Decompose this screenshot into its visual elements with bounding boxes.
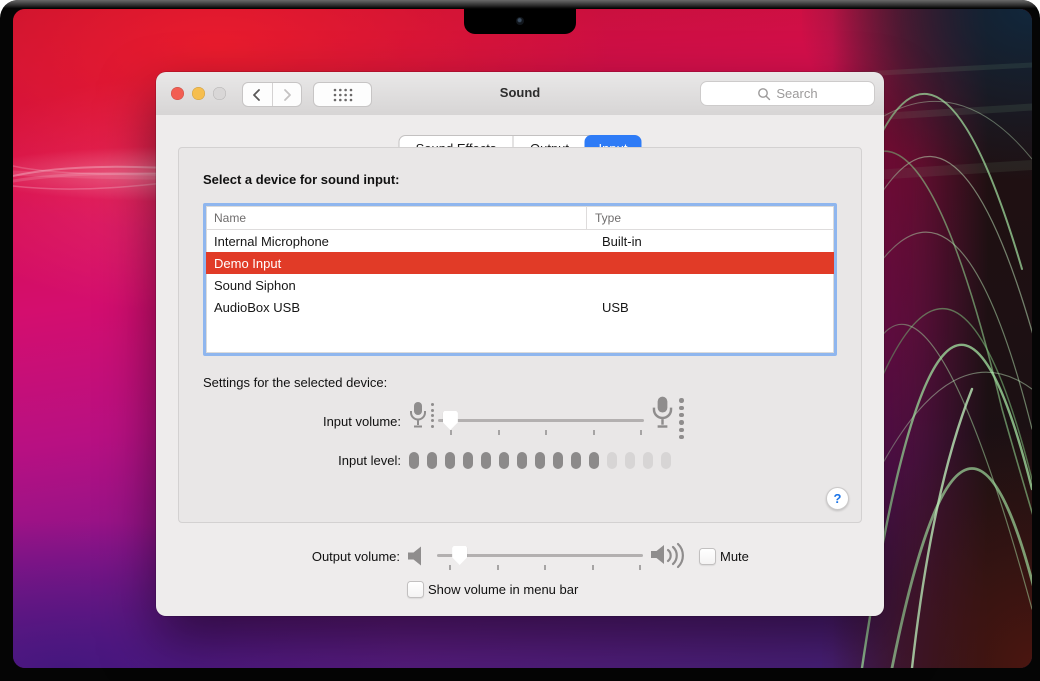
input-volume-slider-thumb[interactable]	[443, 411, 458, 430]
column-header-type[interactable]: Type	[587, 211, 834, 225]
laptop-lid-edge	[0, 0, 1040, 8]
mute-checkbox[interactable]	[699, 548, 716, 565]
mute-label: Mute	[720, 549, 749, 564]
back-button[interactable]	[243, 83, 272, 106]
search-icon	[757, 87, 771, 101]
close-button[interactable]	[171, 87, 184, 100]
sound-preferences-window: Sound Search Sound EffectsOutputInput Se…	[156, 72, 884, 616]
level-segment	[607, 452, 617, 469]
level-segment	[481, 452, 491, 469]
table-row[interactable]: Sound Siphon	[206, 274, 834, 296]
device-type: Built-in	[594, 234, 834, 249]
table-row[interactable]: Demo Input	[206, 252, 834, 274]
level-segment	[427, 452, 437, 469]
output-volume-slider-thumb[interactable]	[452, 546, 467, 565]
nav-segment	[242, 82, 302, 107]
display-notch	[464, 9, 576, 34]
input-level-meter	[409, 452, 671, 469]
input-volume-slider[interactable]	[438, 419, 644, 422]
level-segment	[535, 452, 545, 469]
column-header-name[interactable]: Name	[206, 206, 587, 229]
forward-button[interactable]	[272, 83, 302, 106]
window-content: Sound EffectsOutputInput Select a device…	[156, 115, 884, 616]
settings-label: Settings for the selected device:	[203, 375, 387, 390]
output-volume-label: Output volume:	[202, 549, 400, 564]
input-volume-label: Input volume:	[203, 414, 401, 429]
device-table-body: Internal MicrophoneBuilt-inDemo InputSou…	[206, 230, 834, 318]
level-segment	[409, 452, 419, 469]
level-segment	[463, 452, 473, 469]
device-name: Sound Siphon	[206, 278, 594, 293]
output-volume-slider[interactable]	[437, 554, 643, 557]
device-name: Internal Microphone	[206, 234, 594, 249]
speaker-quiet-icon	[406, 545, 426, 567]
grid-dots-icon	[332, 87, 354, 103]
device-table-header: Name Type	[206, 206, 834, 230]
search-placeholder: Search	[776, 86, 817, 101]
input-volume-min-dots	[431, 402, 434, 429]
help-question-icon: ?	[834, 491, 842, 506]
show-volume-label: Show volume in menu bar	[428, 582, 578, 597]
device-name: AudioBox USB	[206, 300, 594, 315]
input-volume-max-dots	[679, 397, 684, 441]
help-button[interactable]: ?	[826, 487, 849, 510]
table-row[interactable]: Internal MicrophoneBuilt-in	[206, 230, 834, 252]
level-segment	[625, 452, 635, 469]
titlebar[interactable]: Sound Search	[156, 72, 884, 116]
minimize-button[interactable]	[192, 87, 205, 100]
device-select-label: Select a device for sound input:	[203, 172, 399, 187]
level-segment	[517, 452, 527, 469]
level-segment	[499, 452, 509, 469]
device-name: Demo Input	[206, 256, 594, 271]
speaker-loud-icon	[649, 542, 689, 570]
device-table: Name Type Internal MicrophoneBuilt-inDem…	[203, 203, 837, 356]
level-segment	[643, 452, 653, 469]
level-segment	[661, 452, 671, 469]
output-volume-ticks	[437, 565, 643, 571]
back-chevron-icon	[251, 88, 263, 102]
laptop-frame: Sound Search Sound EffectsOutputInput Se…	[0, 0, 1040, 681]
level-segment	[445, 452, 455, 469]
level-segment	[553, 452, 563, 469]
level-segment	[589, 452, 599, 469]
microphone-large-icon	[649, 393, 676, 432]
level-segment	[571, 452, 581, 469]
device-type: USB	[594, 300, 834, 315]
search-field[interactable]: Search	[700, 81, 875, 106]
input-volume-ticks	[438, 430, 644, 436]
forward-chevron-icon	[281, 88, 293, 102]
table-row[interactable]: AudioBox USBUSB	[206, 296, 834, 318]
input-pane: Select a device for sound input: Name Ty…	[178, 147, 862, 523]
input-level-label: Input level:	[203, 453, 401, 468]
camera-dot-icon	[516, 17, 524, 25]
show-volume-checkbox[interactable]	[407, 581, 424, 598]
zoom-button[interactable]	[213, 87, 226, 100]
microphone-small-icon	[407, 399, 429, 431]
show-all-button[interactable]	[313, 82, 372, 107]
